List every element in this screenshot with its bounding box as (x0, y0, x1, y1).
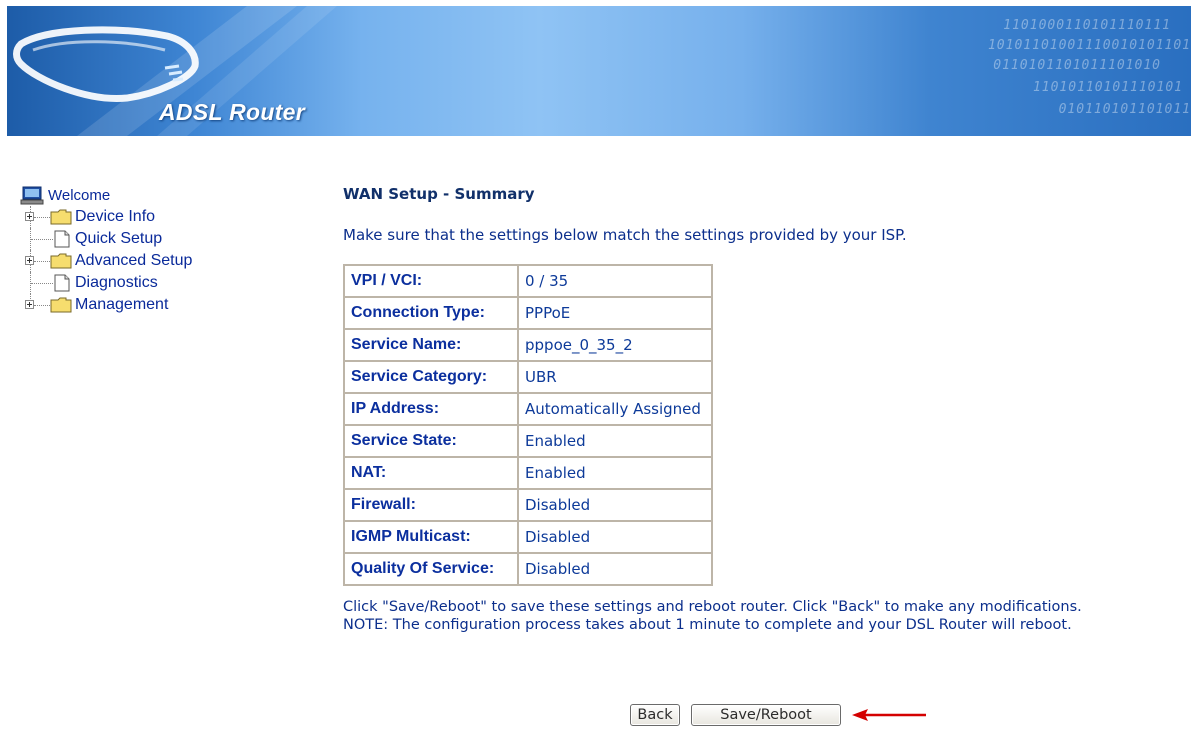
nav-item-label: Device Info (75, 208, 156, 225)
computer-icon (20, 186, 44, 205)
nav-item-management[interactable]: Management (20, 294, 250, 316)
row-value: PPPoE (518, 297, 712, 329)
table-row: Service Name: pppoe_0_35_2 (344, 329, 712, 361)
nav-item-label: Management (75, 296, 169, 313)
table-row: IP Address: Automatically Assigned (344, 393, 712, 425)
tree-line (34, 261, 50, 262)
save-reboot-button[interactable]: Save/Reboot (691, 704, 841, 726)
table-row: IGMP Multicast: Disabled (344, 521, 712, 553)
tree-line (34, 217, 50, 218)
tree-line (34, 305, 50, 306)
document-icon (54, 274, 70, 292)
nav-item-label: Quick Setup (75, 230, 163, 247)
nav-item-label: Welcome (48, 187, 111, 204)
table-row: Quality Of Service: Disabled (344, 553, 712, 585)
note-save-reboot: Click "Save/Reboot" to save these settin… (343, 599, 1082, 615)
row-label: Firewall: (344, 489, 518, 521)
row-label: VPI / VCI: (344, 265, 518, 297)
table-row: Connection Type: PPPoE (344, 297, 712, 329)
plus-box-icon[interactable] (25, 300, 34, 309)
table-row: Service Category: UBR (344, 361, 712, 393)
row-label: Service Category: (344, 361, 518, 393)
nav-tree: Welcome Device Info Quick Setup Advanced… (20, 184, 250, 316)
row-label: NAT: (344, 457, 518, 489)
nav-item-quick-setup[interactable]: Quick Setup (20, 228, 250, 250)
row-label: Service Name: (344, 329, 518, 361)
row-value: Disabled (518, 489, 712, 521)
table-row: Service State: Enabled (344, 425, 712, 457)
row-value: UBR (518, 361, 712, 393)
instructions-note: Click "Save/Reboot" to save these settin… (343, 598, 1103, 634)
nav-item-label: Advanced Setup (75, 252, 193, 269)
document-icon (54, 230, 70, 248)
row-label: IGMP Multicast: (344, 521, 518, 553)
header-banner: 1101000110101110111 10101101001110010101… (7, 6, 1191, 136)
nav-item-advanced-setup[interactable]: Advanced Setup (20, 250, 250, 272)
brand-title: ADSL Router (159, 99, 305, 125)
binary-pattern: 1101000110101110111 10101101001110010101… (987, 18, 1191, 117)
page-title: WAN Setup - Summary (343, 185, 535, 203)
table-row: VPI / VCI: 0 / 35 (344, 265, 712, 297)
row-value: Disabled (518, 553, 712, 585)
plus-box-icon[interactable] (25, 256, 34, 265)
nav-item-diagnostics[interactable]: Diagnostics (20, 272, 250, 294)
main-content: WAN Setup - Summary Make sure that the s… (343, 182, 1143, 726)
nav-item-welcome[interactable]: Welcome (20, 184, 250, 206)
row-label: Quality Of Service: (344, 553, 518, 585)
red-arrow-icon (852, 709, 926, 721)
folder-icon (50, 253, 72, 269)
row-value: Enabled (518, 457, 712, 489)
back-button[interactable]: Back (630, 704, 680, 726)
row-value: Enabled (518, 425, 712, 457)
summary-table: VPI / VCI: 0 / 35 Connection Type: PPPoE… (343, 264, 713, 586)
nav-item-device-info[interactable]: Device Info (20, 206, 250, 228)
nav-item-label: Diagnostics (75, 274, 158, 291)
folder-icon (50, 209, 72, 225)
tree-line (31, 283, 53, 284)
row-value: Automatically Assigned (518, 393, 712, 425)
row-value: pppoe_0_35_2 (518, 329, 712, 361)
row-value: 0 / 35 (518, 265, 712, 297)
plus-box-icon[interactable] (25, 212, 34, 221)
row-label: Service State: (344, 425, 518, 457)
row-label: Connection Type: (344, 297, 518, 329)
row-value: Disabled (518, 521, 712, 553)
row-label: IP Address: (344, 393, 518, 425)
table-row: Firewall: Disabled (344, 489, 712, 521)
tree-line (31, 239, 53, 240)
folder-icon (50, 297, 72, 313)
intro-text: Make sure that the settings below match … (343, 226, 907, 244)
note-process: NOTE: The configuration process takes ab… (343, 617, 1072, 633)
table-row: NAT: Enabled (344, 457, 712, 489)
